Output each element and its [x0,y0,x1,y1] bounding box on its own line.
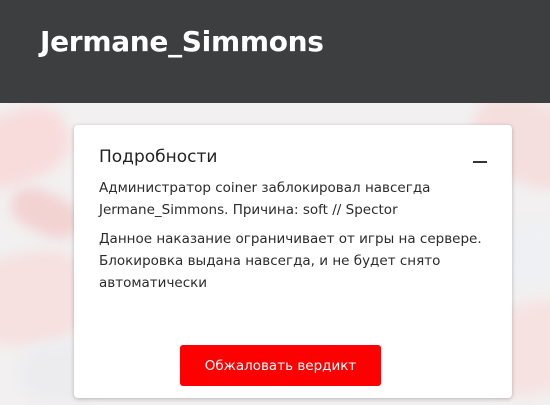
header-bar: Jermane_Simmons [0,0,550,103]
card-title: Подробности [99,147,218,167]
ban-explanation: Данное наказание ограничивает от игры на… [99,231,482,291]
details-card: Подробности Администратор coiner заблоки… [74,125,512,398]
collapse-button[interactable] [470,149,490,169]
page-title: Jermane_Simmons [40,25,324,58]
minus-icon [473,161,487,163]
ban-description: Администратор coiner заблокировал навсег… [99,180,431,218]
appeal-verdict-button[interactable]: Обжаловать вердикт [180,345,381,386]
